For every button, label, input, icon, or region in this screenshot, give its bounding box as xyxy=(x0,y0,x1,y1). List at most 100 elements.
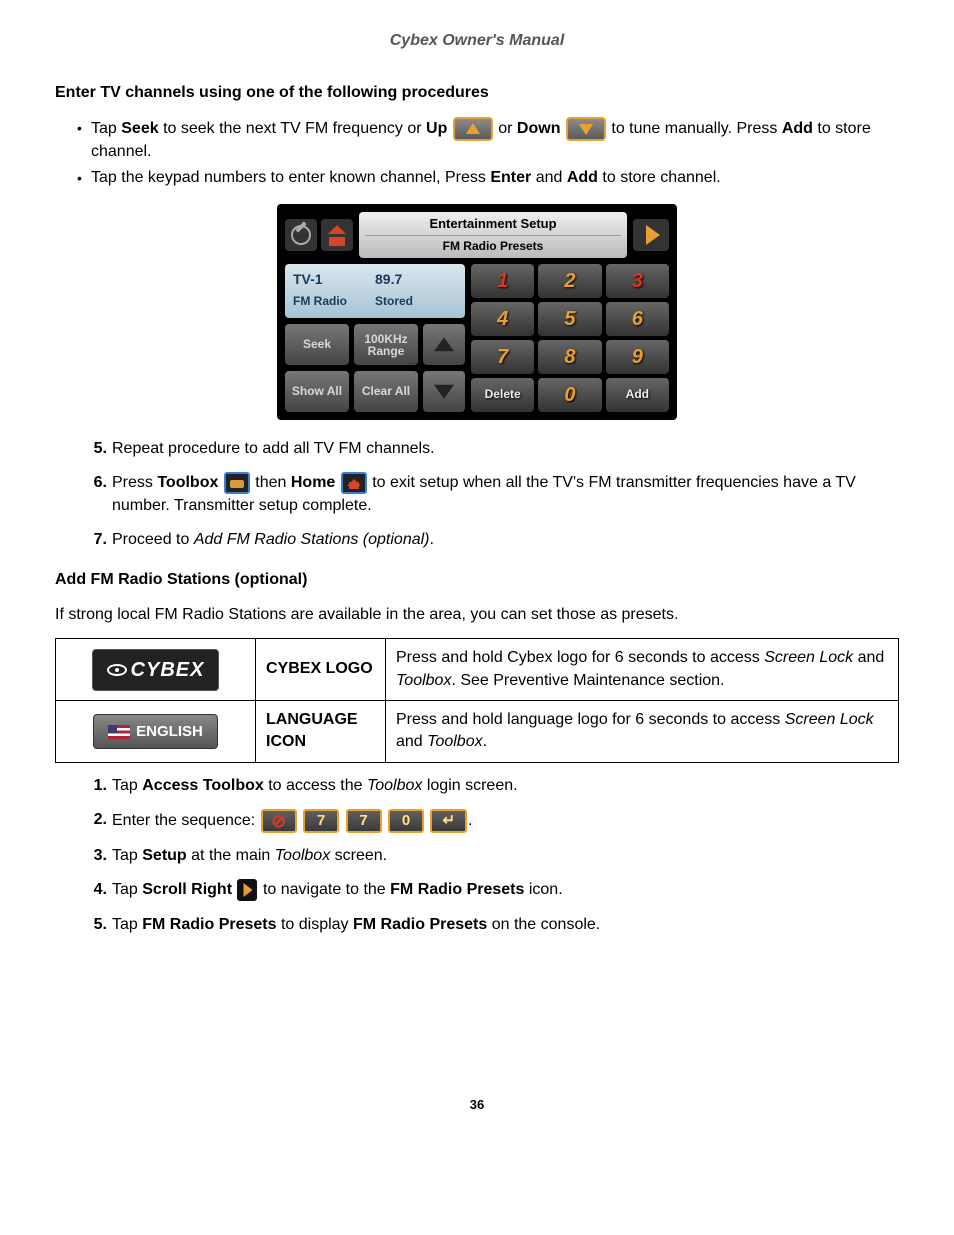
text-italic: Toolbox xyxy=(367,777,422,794)
status-panel: TV-1 89.7 FM Radio Stored xyxy=(285,264,465,319)
text-bold: FM Radio Presets xyxy=(390,882,524,899)
range-button[interactable]: 100KHz Range xyxy=(354,324,418,365)
step-number: 4. xyxy=(77,879,107,901)
text-italic: Screen Lock xyxy=(785,711,874,728)
logo-cell: CYBEX xyxy=(56,639,256,701)
text-italic: Toolbox xyxy=(275,847,330,864)
text: Tap xyxy=(112,916,142,933)
text: Tap xyxy=(112,847,142,864)
text: to display xyxy=(277,916,353,933)
text: Tap the keypad numbers to enter known ch… xyxy=(91,169,490,186)
text: then xyxy=(255,474,291,491)
text-italic: Screen Lock xyxy=(764,649,853,666)
key-7[interactable]: 7 xyxy=(471,340,534,374)
text: to tune manually. Press xyxy=(611,120,781,137)
text-bold: Up xyxy=(426,120,447,137)
down-arrow-icon xyxy=(566,117,606,141)
step-number: 3. xyxy=(77,845,107,867)
sequence-key-7: 7 xyxy=(346,809,382,833)
text: to store channel. xyxy=(598,169,721,186)
show-all-button[interactable]: Show All xyxy=(285,371,349,412)
english-logo: ENGLISH xyxy=(93,714,218,749)
key-0[interactable]: 0 xyxy=(538,378,601,412)
text-bold: FM Radio Presets xyxy=(353,916,487,933)
tune-up-icon[interactable] xyxy=(423,324,465,365)
text-bold: Home xyxy=(291,474,335,491)
list-item: 2. Enter the sequence: ⊘ 7 7 0 ↵. xyxy=(77,809,899,833)
seek-button[interactable]: Seek xyxy=(285,324,349,365)
step-number: 2. xyxy=(77,809,107,831)
console-screenshot: Entertainment Setup FM Radio Presets TV-… xyxy=(277,204,677,420)
sequence-key-7: 7 xyxy=(303,809,339,833)
list-item: 5. Repeat procedure to add all TV FM cha… xyxy=(77,438,899,460)
home-icon[interactable] xyxy=(321,219,353,251)
text: and xyxy=(853,649,884,666)
text: Enter the sequence: xyxy=(112,812,260,829)
key-6[interactable]: 6 xyxy=(606,302,669,336)
text: Tap xyxy=(112,777,142,794)
logo-text: ENGLISH xyxy=(136,723,203,740)
home-icon xyxy=(341,472,367,494)
key-1[interactable]: 1 xyxy=(471,264,534,298)
tune-down-icon[interactable] xyxy=(423,371,465,412)
logo-text: CYBEX xyxy=(131,659,205,681)
add-button[interactable]: Add xyxy=(606,378,669,412)
text-bold: Add xyxy=(782,120,813,137)
title-line1: Entertainment Setup xyxy=(365,215,621,233)
text: Press and hold language logo for 6 secon… xyxy=(396,711,785,728)
key-5[interactable]: 5 xyxy=(538,302,601,336)
step-number: 7. xyxy=(77,529,107,551)
step-number: 1. xyxy=(77,775,107,797)
text-bold: Toolbox xyxy=(157,474,218,491)
text: and xyxy=(531,169,567,186)
section-heading: Enter TV channels using one of the follo… xyxy=(55,82,899,104)
label-cell: CYBEX LOGO xyxy=(256,639,386,701)
key-4[interactable]: 4 xyxy=(471,302,534,336)
freq-value: 89.7 xyxy=(375,270,457,292)
key-9[interactable]: 9 xyxy=(606,340,669,374)
bullet-item: Tap Seek to seek the next TV FM frequenc… xyxy=(77,117,899,163)
text: Repeat procedure to add all TV FM channe… xyxy=(112,440,435,457)
sequence-key-cancel: ⊘ xyxy=(261,809,297,833)
text-bold: FM Radio Presets xyxy=(142,916,276,933)
delete-button[interactable]: Delete xyxy=(471,378,534,412)
text: . xyxy=(430,531,434,548)
range-l2: Range xyxy=(368,345,405,357)
screen-title: Entertainment Setup FM Radio Presets xyxy=(359,212,627,258)
text-bold: Access Toolbox xyxy=(142,777,264,794)
table-row: CYBEX CYBEX LOGO Press and hold Cybex lo… xyxy=(56,639,899,701)
band-label: FM Radio xyxy=(293,293,375,312)
text: on the console. xyxy=(487,916,600,933)
list-item: 7. Proceed to Add FM Radio Stations (opt… xyxy=(77,529,899,551)
list-item: 1. Tap Access Toolbox to access the Tool… xyxy=(77,775,899,797)
toolbox-icon[interactable] xyxy=(285,219,317,251)
text: to seek the next TV FM frequency or xyxy=(159,120,426,137)
key-3[interactable]: 3 xyxy=(606,264,669,298)
text: Tap xyxy=(112,882,142,899)
clear-all-button[interactable]: Clear All xyxy=(354,371,418,412)
text: icon. xyxy=(524,882,562,899)
step-number: 6. xyxy=(77,472,107,494)
list-item: 6. Press Toolbox then Home to exit setup… xyxy=(77,472,899,517)
showall-row: Show All Clear All xyxy=(285,371,465,412)
stored-label: Stored xyxy=(375,293,457,312)
text: . xyxy=(468,812,472,829)
flag-icon xyxy=(108,725,130,739)
text: . xyxy=(483,733,487,750)
up-arrow-icon xyxy=(453,117,493,141)
bullet-item: Tap the keypad numbers to enter known ch… xyxy=(77,167,899,189)
text: login screen. xyxy=(422,777,517,794)
text: Press and hold Cybex logo for 6 seconds … xyxy=(396,649,764,666)
list-item: 3. Tap Setup at the main Toolbox screen. xyxy=(77,845,899,867)
section-heading: Add FM Radio Stations (optional) xyxy=(55,569,899,591)
key-2[interactable]: 2 xyxy=(538,264,601,298)
key-8[interactable]: 8 xyxy=(538,340,601,374)
desc-cell: Press and hold language logo for 6 secon… xyxy=(386,700,899,762)
list-item: 4. Tap Scroll Right to navigate to the F… xyxy=(77,879,899,902)
text: to access the xyxy=(264,777,367,794)
scroll-right-icon[interactable] xyxy=(633,219,669,251)
text: and xyxy=(396,733,427,750)
list-item: 5. Tap FM Radio Presets to display FM Ra… xyxy=(77,914,899,936)
tv-label: TV-1 xyxy=(293,270,375,292)
text-italic: Toolbox xyxy=(427,733,482,750)
